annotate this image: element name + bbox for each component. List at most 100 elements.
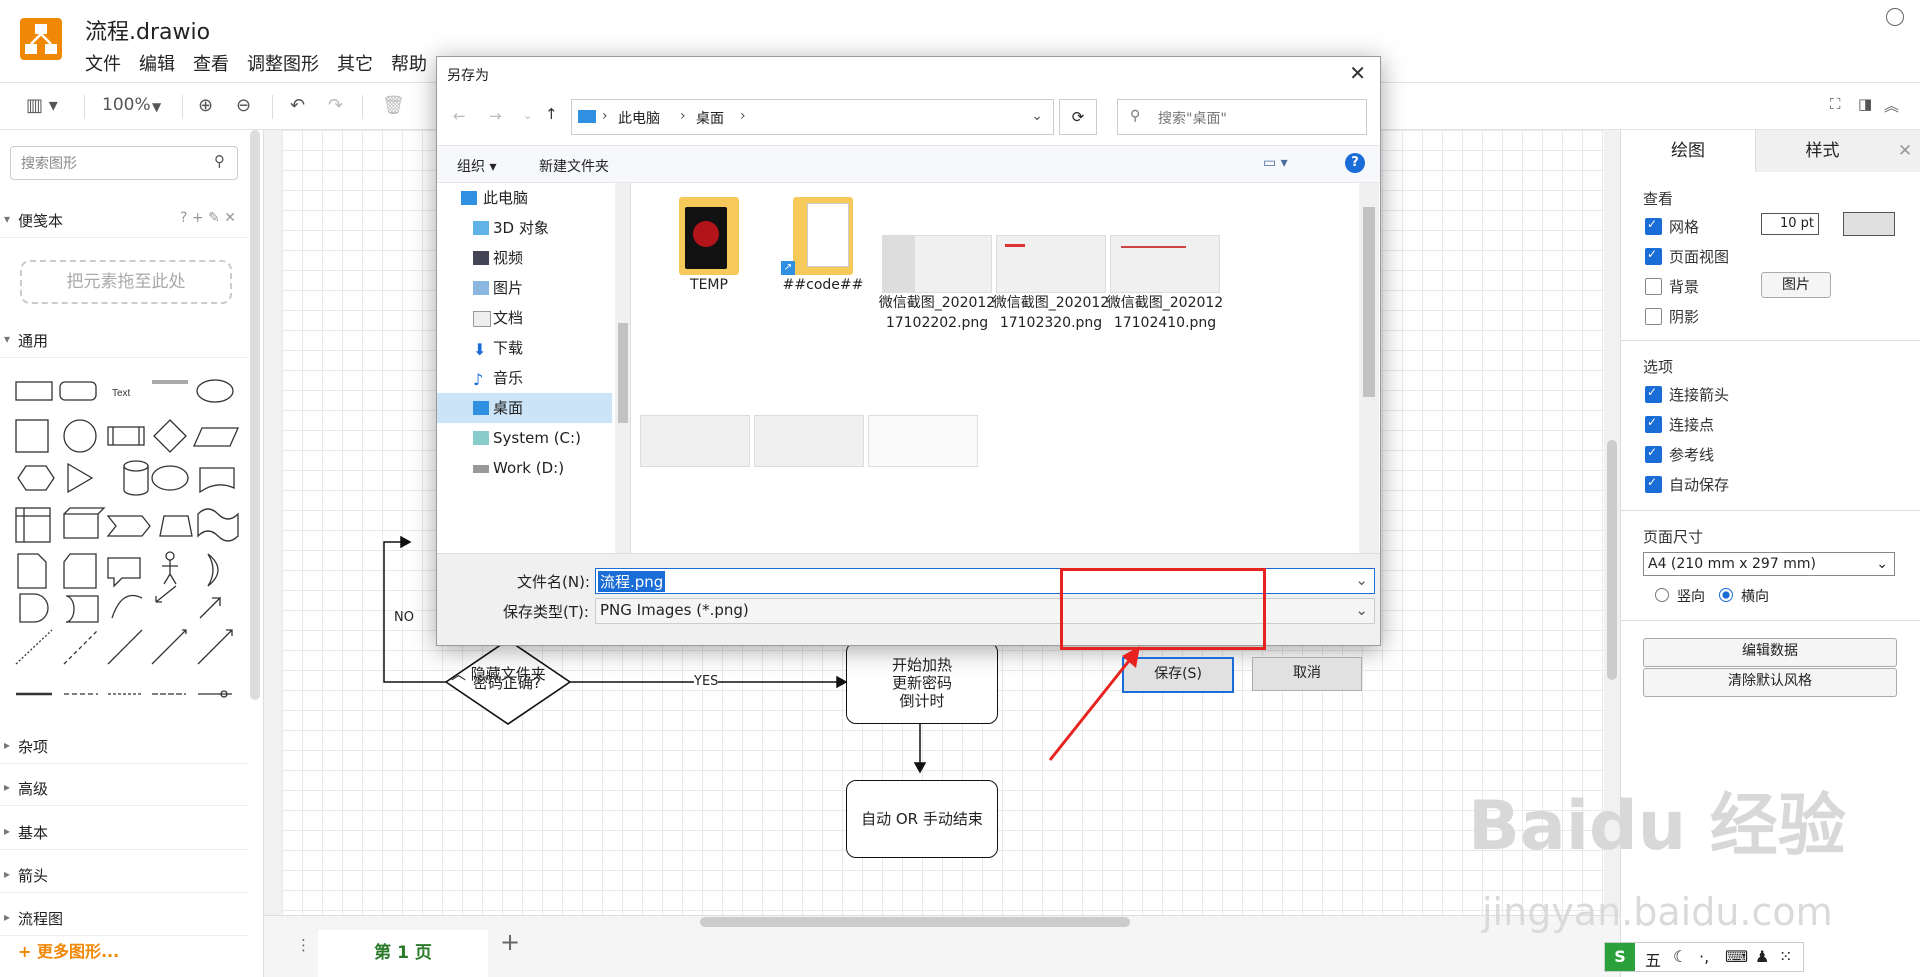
user-icon[interactable]: ♟ (1755, 947, 1769, 966)
nav-system-c[interactable]: System (C:) (437, 423, 612, 453)
menu-file[interactable]: 文件 (85, 50, 121, 76)
left-panel-scrollbar[interactable] (250, 130, 260, 700)
nav-desktop[interactable]: 桌面 (437, 393, 612, 423)
background-image-button[interactable]: 图片 (1761, 272, 1831, 298)
keyboard-icon[interactable]: ⌨ (1725, 947, 1748, 966)
menu-edit[interactable]: 编辑 (139, 50, 175, 76)
nav-pictures[interactable]: 图片 (437, 273, 612, 303)
format-panel-icon[interactable]: ◨ (1858, 95, 1872, 113)
moon-icon[interactable]: ☾ (1673, 947, 1687, 966)
page-view-checkbox[interactable] (1645, 247, 1662, 265)
menu-arrange[interactable]: 调整图形 (247, 50, 319, 76)
guides-checkbox[interactable] (1645, 445, 1662, 463)
cancel-button[interactable]: 取消 (1252, 657, 1362, 691)
more-shapes-link[interactable]: + 更多图形... (18, 938, 119, 962)
sogou-icon[interactable]: S (1605, 943, 1635, 971)
chevron-down-icon[interactable]: ⌄ (1355, 571, 1368, 589)
edit-data-button[interactable]: 编辑数据 (1643, 638, 1897, 667)
general-section-header[interactable]: 通用 (0, 322, 248, 358)
file-item-partial-2[interactable] (749, 415, 869, 467)
add-page-icon[interactable]: + (500, 928, 520, 956)
zoom-out-icon[interactable]: ⊖ (236, 95, 251, 116)
hide-folders-toggle[interactable]: ︿ 隐藏文件夹 (451, 663, 546, 684)
canvas-horizontal-scrollbar[interactable] (700, 917, 1130, 927)
recent-dropdown-icon[interactable]: ⌄ (523, 109, 532, 122)
file-item-code[interactable]: ↗ ##code## (763, 197, 883, 295)
file-item-screenshot-3[interactable]: 微信截图_20201217102410.png (1105, 235, 1225, 333)
nav-3d-objects[interactable]: 3D 对象 (437, 213, 612, 243)
undo-icon[interactable]: ↶ (290, 95, 305, 116)
connect-arrows-checkbox[interactable] (1645, 385, 1662, 403)
redo-icon[interactable]: ↷ (328, 95, 343, 116)
scratchpad-actions[interactable]: ? + ✎ ✕ (180, 210, 236, 226)
forward-icon[interactable]: → (489, 107, 502, 125)
up-icon[interactable]: ↑ (545, 105, 558, 123)
ime-toolbar[interactable]: S 五 ☾ ·, ⌨ ♟ ⁙ (1604, 942, 1804, 972)
delete-icon[interactable]: 🗑 (382, 95, 405, 116)
nav-this-pc[interactable]: 此电脑 (437, 183, 612, 213)
breadcrumb-desktop[interactable]: 桌面 (696, 108, 724, 128)
help-icon[interactable]: ? (1345, 153, 1365, 173)
shape-search-input[interactable]: 搜索图形 (10, 146, 238, 180)
landscape-radio[interactable] (1719, 588, 1733, 602)
section-basic[interactable]: 基本 (0, 814, 248, 850)
canvas-vertical-scrollbar[interactable] (1607, 440, 1617, 680)
dialog-search-input[interactable]: ⚲ 搜索"桌面" (1117, 99, 1367, 135)
file-item-temp[interactable]: TEMP (649, 197, 769, 295)
menu-view[interactable]: 查看 (193, 50, 229, 76)
zoom-in-icon[interactable]: ⊕ (198, 95, 213, 116)
page-size-select[interactable]: A4 (210 mm x 297 mm) ⌄ (1643, 552, 1895, 576)
file-item-partial-1[interactable] (635, 415, 755, 467)
nav-work-d[interactable]: Work (D:) (437, 453, 612, 483)
general-shapes-grid[interactable]: Text (12, 370, 242, 720)
node-end[interactable]: 自动 OR 手动结束 (846, 780, 998, 858)
section-misc[interactable]: 杂项 (0, 728, 248, 764)
address-bar[interactable]: › 此电脑 › 桌面 › ⌄ (571, 99, 1054, 135)
section-advanced[interactable]: 高级 (0, 770, 248, 806)
portrait-radio[interactable] (1655, 588, 1669, 602)
background-checkbox[interactable] (1645, 278, 1662, 295)
nav-documents[interactable]: 文档 (437, 303, 612, 333)
section-flowchart[interactable]: 流程图 (0, 900, 248, 936)
shadow-checkbox[interactable] (1645, 308, 1662, 325)
punctuation-icon[interactable]: ·, (1699, 947, 1709, 966)
globe-icon[interactable] (1886, 8, 1904, 26)
view-options-icon[interactable]: ▭ ▾ (1263, 155, 1288, 171)
grid-icon[interactable]: ⁙ (1779, 947, 1792, 966)
close-panel-icon[interactable]: ✕ (1889, 130, 1920, 172)
tab-diagram[interactable]: 绘图 (1621, 130, 1755, 172)
collapse-icon[interactable]: ︽ (1884, 95, 1899, 116)
scratchpad-drop-zone[interactable]: 把元素拖至此处 (20, 260, 232, 304)
nav-downloads[interactable]: ⬇ 下载 (437, 333, 612, 363)
fullscreen-icon[interactable]: ⛶ (1830, 95, 1841, 113)
file-list-scrollbar[interactable] (1359, 183, 1379, 553)
organize-button[interactable]: 组织 ▾ (457, 156, 496, 176)
close-icon[interactable]: ✕ (1349, 61, 1366, 85)
page-tab-1[interactable]: 第 1 页 (318, 930, 488, 977)
autosave-checkbox[interactable] (1645, 475, 1662, 493)
menu-help[interactable]: 帮助 (391, 50, 427, 76)
nav-music[interactable]: ♪ 音乐 (437, 363, 612, 393)
address-dropdown-icon[interactable]: ⌄ (1031, 108, 1043, 124)
file-item-screenshot-2[interactable]: 微信截图_20201217102320.png (991, 235, 1111, 333)
menu-extras[interactable]: 其它 (337, 50, 373, 76)
zoom-select[interactable]: 100% (102, 95, 151, 115)
grid-size-input[interactable]: 10 pt (1761, 213, 1819, 235)
refresh-icon[interactable]: ⟳ (1059, 99, 1097, 135)
nav-videos[interactable]: 视频 (437, 243, 612, 273)
new-folder-button[interactable]: 新建文件夹 (539, 156, 609, 176)
section-arrows[interactable]: 箭头 (0, 857, 248, 893)
scratchpad-header[interactable]: 便笺本 ? + ✎ ✕ (0, 202, 248, 238)
tab-style[interactable]: 样式 (1755, 130, 1889, 172)
node-heat[interactable]: 开始加热 更新密码 倒计时 (846, 642, 998, 724)
panel-layout-icon[interactable]: ▥ ▾ (26, 95, 58, 116)
nav-scrollbar[interactable] (615, 183, 631, 553)
file-item-screenshot-1[interactable]: 微信截图_20201217102202.png (877, 235, 997, 333)
zoom-dropdown-icon[interactable]: ▼ (152, 100, 161, 114)
clear-default-style-button[interactable]: 清除默认风格 (1643, 668, 1897, 697)
grid-color-swatch[interactable] (1843, 212, 1895, 236)
ime-mode[interactable]: 五 (1645, 947, 1661, 971)
file-item-partial-3[interactable] (863, 415, 983, 467)
breadcrumb-this-pc[interactable]: 此电脑 (618, 108, 660, 128)
back-icon[interactable]: ← (453, 107, 466, 125)
